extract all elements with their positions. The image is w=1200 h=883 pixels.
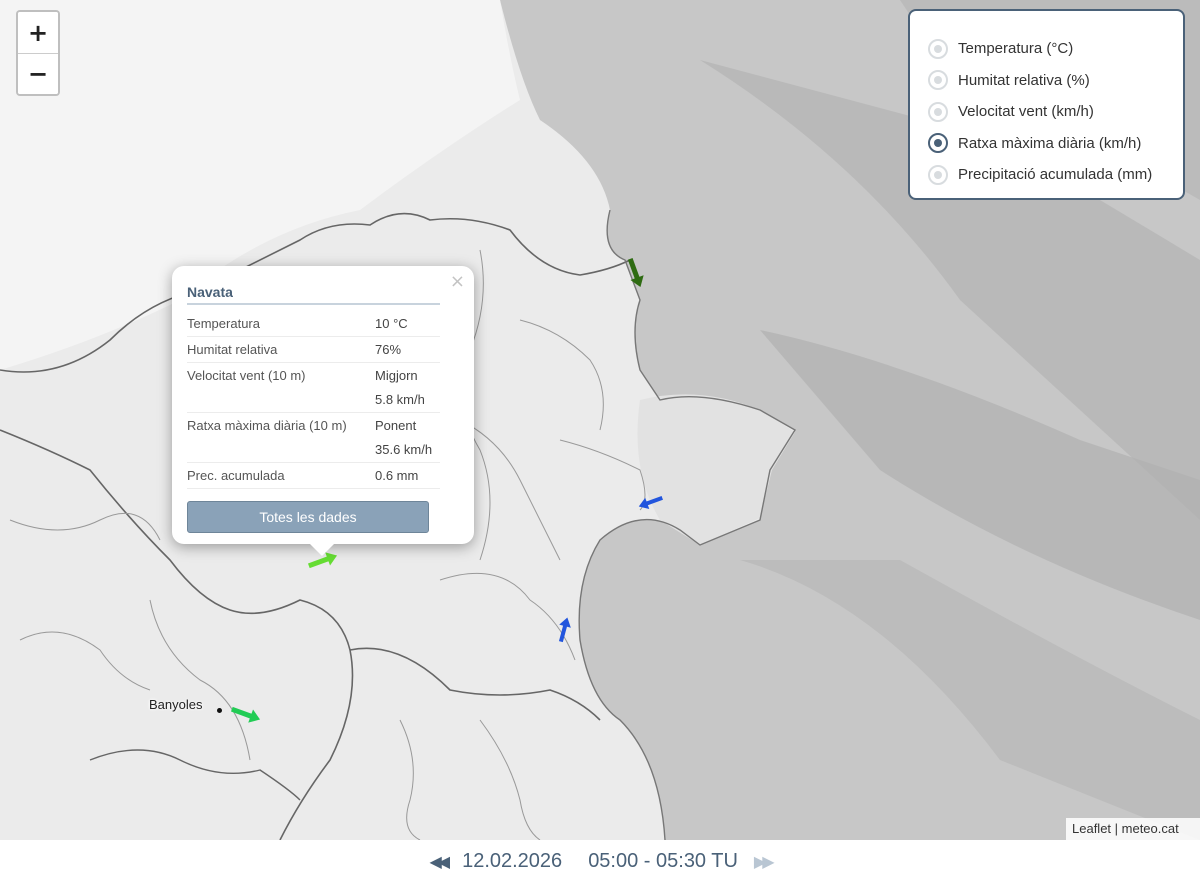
time-range-label: 05:00 - 05:30 TU: [588, 850, 738, 872]
row-key: Temperatura: [187, 311, 375, 337]
next-time-icon[interactable]: ▶▶: [754, 852, 775, 872]
row-value: 0.6 mm: [375, 462, 440, 489]
station-name: Navata: [187, 284, 440, 305]
close-icon[interactable]: ×: [450, 271, 465, 292]
row-key: Prec. acumulada: [187, 462, 375, 489]
gust-direction: Ponent: [375, 418, 417, 433]
map[interactable]: + − Temperatura (°C) Humitat relativa (%…: [0, 0, 1200, 840]
station-data-table: Temperatura 10 °C Humitat relativa 76% V…: [187, 311, 440, 489]
layer-humitat[interactable]: Humitat relativa (%): [928, 65, 1183, 97]
popup-tip: [309, 543, 335, 556]
row-value: 10 °C: [375, 311, 440, 337]
table-row: Temperatura 10 °C: [187, 311, 440, 337]
gust-speed: 35.6 km/h: [375, 442, 433, 457]
layer-label: Humitat relativa (%): [958, 71, 1090, 89]
radio-icon[interactable]: [928, 164, 948, 185]
station-popup: × Navata Temperatura 10 °C Humitat relat…: [172, 266, 474, 544]
layer-label: Precipitació acumulada (mm): [958, 166, 1153, 184]
layer-precipitacio[interactable]: Precipitació acumulada (mm): [928, 159, 1183, 191]
zoom-in-button[interactable]: +: [18, 12, 58, 53]
date-label: 12.02.2026: [462, 850, 563, 872]
row-key: Velocitat vent (10 m): [187, 362, 375, 413]
layer-label: Ratxa màxima diària (km/h): [958, 134, 1142, 152]
layer-ratxa-maxima[interactable]: Ratxa màxima diària (km/h): [928, 128, 1183, 160]
table-row: Humitat relativa 76%: [187, 336, 440, 363]
table-row: Velocitat vent (10 m) Migjorn 5.8 km/h: [187, 362, 440, 413]
radio-selected-icon[interactable]: [928, 133, 948, 154]
zoom-control: + −: [16, 10, 60, 96]
row-key: Ratxa màxima diària (10 m): [187, 412, 375, 463]
radio-icon[interactable]: [928, 38, 948, 59]
wind-speed: 5.8 km/h: [375, 392, 425, 407]
row-value: Ponent 35.6 km/h: [375, 412, 440, 463]
zoom-out-button[interactable]: −: [18, 53, 58, 94]
attribution[interactable]: Leaflet | meteo.cat: [1066, 818, 1200, 840]
all-data-button[interactable]: Totes les dades: [187, 501, 429, 533]
table-row: Prec. acumulada 0.6 mm: [187, 462, 440, 489]
row-value: Migjorn 5.8 km/h: [375, 362, 440, 413]
radio-icon[interactable]: [928, 70, 948, 91]
layer-label: Velocitat vent (km/h): [958, 103, 1094, 121]
layer-selector: Temperatura (°C) Humitat relativa (%) Ve…: [908, 9, 1185, 200]
city-label: Banyoles: [149, 697, 203, 712]
layer-temperatura[interactable]: Temperatura (°C): [928, 33, 1183, 65]
row-key: Humitat relativa: [187, 336, 375, 363]
table-row: Ratxa màxima diària (10 m) Ponent 35.6 km…: [187, 412, 440, 463]
layer-velocitat-vent[interactable]: Velocitat vent (km/h): [928, 96, 1183, 128]
layer-label: Temperatura (°C): [958, 40, 1074, 58]
city-marker-icon: [217, 708, 222, 713]
previous-time-icon[interactable]: ◀◀: [429, 852, 450, 872]
radio-icon[interactable]: [928, 101, 948, 122]
row-value: 76%: [375, 336, 440, 363]
time-bar: ◀◀ 12.02.2026 05:00 - 05:30 TU ▶▶: [0, 840, 1200, 883]
wind-direction: Migjorn: [375, 368, 418, 383]
